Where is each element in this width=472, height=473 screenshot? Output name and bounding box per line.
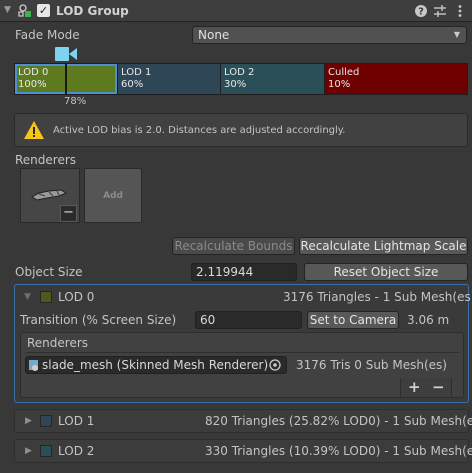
lod-segment-2[interactable]: LOD 2 30% xyxy=(221,64,324,94)
lod1-title: LOD 1 xyxy=(58,414,95,428)
camera-icon[interactable] xyxy=(54,46,78,62)
lod1-info: 820 Triangles (25.82% LOD0) - 1 Sub Mesh… xyxy=(205,414,472,428)
lod2-title: LOD 2 xyxy=(58,444,95,458)
lod0-renderers-label: Renderers xyxy=(27,336,89,350)
renderer-info: 3176 Tris 0 Sub Mesh(es) xyxy=(296,358,447,372)
remove-renderer-minus-button[interactable]: − xyxy=(432,378,445,396)
add-renderer-button[interactable]: Add xyxy=(84,168,142,223)
fold-arrow-icon[interactable]: ▼ xyxy=(24,292,31,302)
svg-text:?: ? xyxy=(418,7,424,18)
lod-segment-percent: 30% xyxy=(224,79,247,90)
warning-icon xyxy=(23,120,45,140)
settings-sliders-icon[interactable] xyxy=(433,4,447,18)
renderers-label: Renderers xyxy=(15,153,77,167)
lod-segment-name: Culled xyxy=(328,67,360,78)
remove-renderer-button[interactable]: − xyxy=(60,205,77,222)
fade-mode-dropdown[interactable]: None ▼ xyxy=(192,26,467,44)
renderer-thumbnail[interactable]: − xyxy=(20,168,80,223)
warning-text: Active LOD bias is 2.0. Distances are ad… xyxy=(53,125,346,136)
camera-position-line xyxy=(65,63,67,95)
object-picker-icon[interactable] xyxy=(269,359,281,371)
transition-field[interactable]: 60 xyxy=(195,311,302,329)
recalculate-lightmap-scale-button[interactable]: Recalculate Lightmap Scale xyxy=(299,237,468,255)
object-size-field[interactable]: 2.119944 xyxy=(191,263,297,281)
lod2-info: 330 Triangles (10.39% LOD0) - 1 Sub Mesh… xyxy=(205,444,472,458)
lod-segment-name: LOD 2 xyxy=(224,67,255,78)
help-icon[interactable]: ? xyxy=(414,4,428,18)
recalculate-bounds-button[interactable]: Recalculate Bounds xyxy=(172,237,295,255)
fold-arrow-icon[interactable]: ▼ xyxy=(4,5,11,15)
enabled-checkbox[interactable]: ✓ xyxy=(37,4,50,17)
lod0-info: 3176 Triangles - 1 Sub Mesh(es) xyxy=(283,290,472,304)
add-renderer-plus-button[interactable]: + xyxy=(408,378,421,396)
fade-mode-label: Fade Mode xyxy=(15,28,80,42)
reset-object-size-button[interactable]: Reset Object Size xyxy=(304,263,468,281)
lod1-color-swatch xyxy=(40,415,52,427)
object-size-label: Object Size xyxy=(15,265,83,279)
lod1-row[interactable]: ▶ LOD 1 820 Triangles (25.82% LOD0) - 1 … xyxy=(14,409,472,433)
divider xyxy=(26,352,459,353)
fold-arrow-icon[interactable]: ▶ xyxy=(25,446,32,456)
lod-group-icon xyxy=(18,4,32,18)
fade-mode-value: None xyxy=(198,28,230,42)
renderer-name: slade_mesh (Skinned Mesh Renderer) xyxy=(42,358,269,372)
skinned-mesh-icon xyxy=(28,358,40,372)
lod0-color-swatch xyxy=(40,291,52,303)
lod2-color-swatch xyxy=(40,445,52,457)
lod0-title: LOD 0 xyxy=(58,290,95,304)
lod-segment-percent: 60% xyxy=(121,79,144,90)
lod2-row[interactable]: ▶ LOD 2 330 Triangles (10.39% LOD0) - 1 … xyxy=(14,439,472,463)
chevron-down-icon: ▼ xyxy=(453,30,460,39)
component-header: ▼ ✓ LOD Group ? xyxy=(0,0,472,22)
lod-segment-1[interactable]: LOD 1 60% xyxy=(118,64,220,94)
distance-label: 3.06 m xyxy=(407,313,450,327)
camera-position-label: 78% xyxy=(64,96,87,107)
renderer-object-field[interactable]: slade_mesh (Skinned Mesh Renderer) xyxy=(25,356,287,374)
mesh-icon xyxy=(31,187,68,203)
renderer-list-footer: + − xyxy=(400,378,452,398)
lod-segment-name: LOD 0 xyxy=(18,67,49,78)
lod-bias-warning: Active LOD bias is 2.0. Distances are ad… xyxy=(14,113,468,147)
set-to-camera-button[interactable]: Set to Camera xyxy=(307,311,399,329)
fold-arrow-icon[interactable]: ▶ xyxy=(25,416,32,426)
component-title: LOD Group xyxy=(56,4,129,18)
lod-segment-percent: 10% xyxy=(328,79,351,90)
lod-segment-culled[interactable]: Culled 10% xyxy=(325,64,467,94)
kebab-menu-icon[interactable] xyxy=(453,4,467,18)
lod-segment-name: LOD 1 xyxy=(121,67,152,78)
transition-label: Transition (% Screen Size) xyxy=(20,313,177,327)
lod-segment-percent: 100% xyxy=(18,79,47,90)
